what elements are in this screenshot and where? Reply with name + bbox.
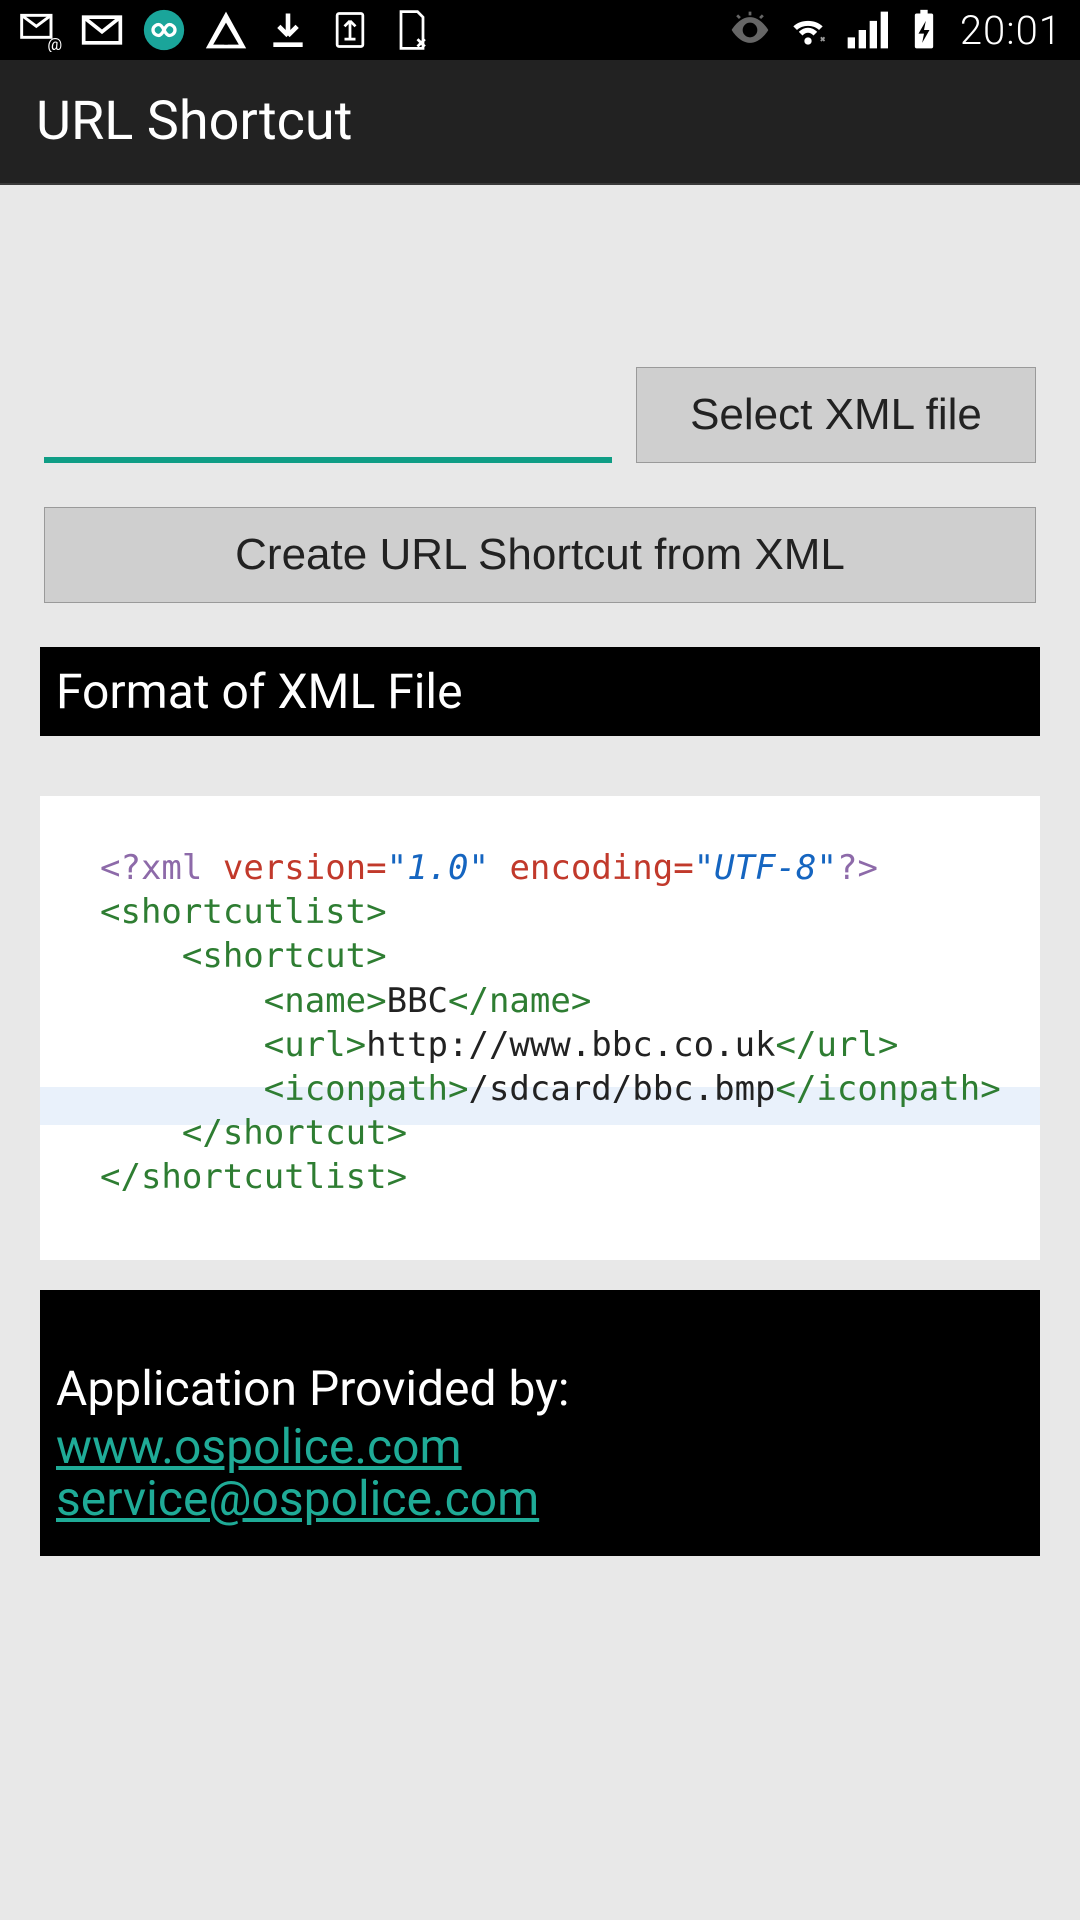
- sim-error-icon: [390, 8, 434, 52]
- section-format-title: Format of XML File: [40, 647, 1040, 736]
- status-bar: @ 20:01: [0, 0, 1080, 60]
- page-title: URL Shortcut: [36, 90, 352, 153]
- xml-path-input[interactable]: [44, 393, 612, 463]
- svg-text:@: @: [47, 36, 62, 52]
- xml-example-code: <?xml version="1.0" encoding="UTF-8"?> <…: [100, 846, 980, 1200]
- gmail-icon: [80, 8, 124, 52]
- wifi-icon: [786, 8, 830, 52]
- xml-example-block: <?xml version="1.0" encoding="UTF-8"?> <…: [40, 796, 1040, 1260]
- mail-compose-icon: @: [18, 8, 62, 52]
- footer-box: Application Provided by: www.ospolice.co…: [40, 1290, 1040, 1557]
- signal-icon: [844, 8, 888, 52]
- footer-provided-by: Application Provided by:: [56, 1360, 1024, 1417]
- eye-icon: [728, 8, 772, 52]
- footer-email-link[interactable]: service@ospolice.com: [56, 1473, 1024, 1526]
- footer-website-link[interactable]: www.ospolice.com: [56, 1421, 1024, 1474]
- download-icon: [266, 8, 310, 52]
- main-card: Select XML file Create URL Shortcut from…: [22, 207, 1058, 1556]
- status-right: 20:01: [728, 7, 1062, 54]
- file-select-row: Select XML file: [22, 207, 1058, 463]
- action-bar: URL Shortcut: [0, 60, 1080, 185]
- select-xml-button[interactable]: Select XML file: [636, 367, 1036, 463]
- content-area: Select XML file Create URL Shortcut from…: [0, 185, 1080, 1578]
- usb-icon: [328, 8, 372, 52]
- warning-icon: [204, 8, 248, 52]
- infinity-icon: [142, 8, 186, 52]
- status-left: @: [18, 8, 434, 52]
- status-time: 20:01: [960, 7, 1062, 54]
- battery-charging-icon: [902, 8, 946, 52]
- create-shortcut-button[interactable]: Create URL Shortcut from XML: [44, 507, 1036, 603]
